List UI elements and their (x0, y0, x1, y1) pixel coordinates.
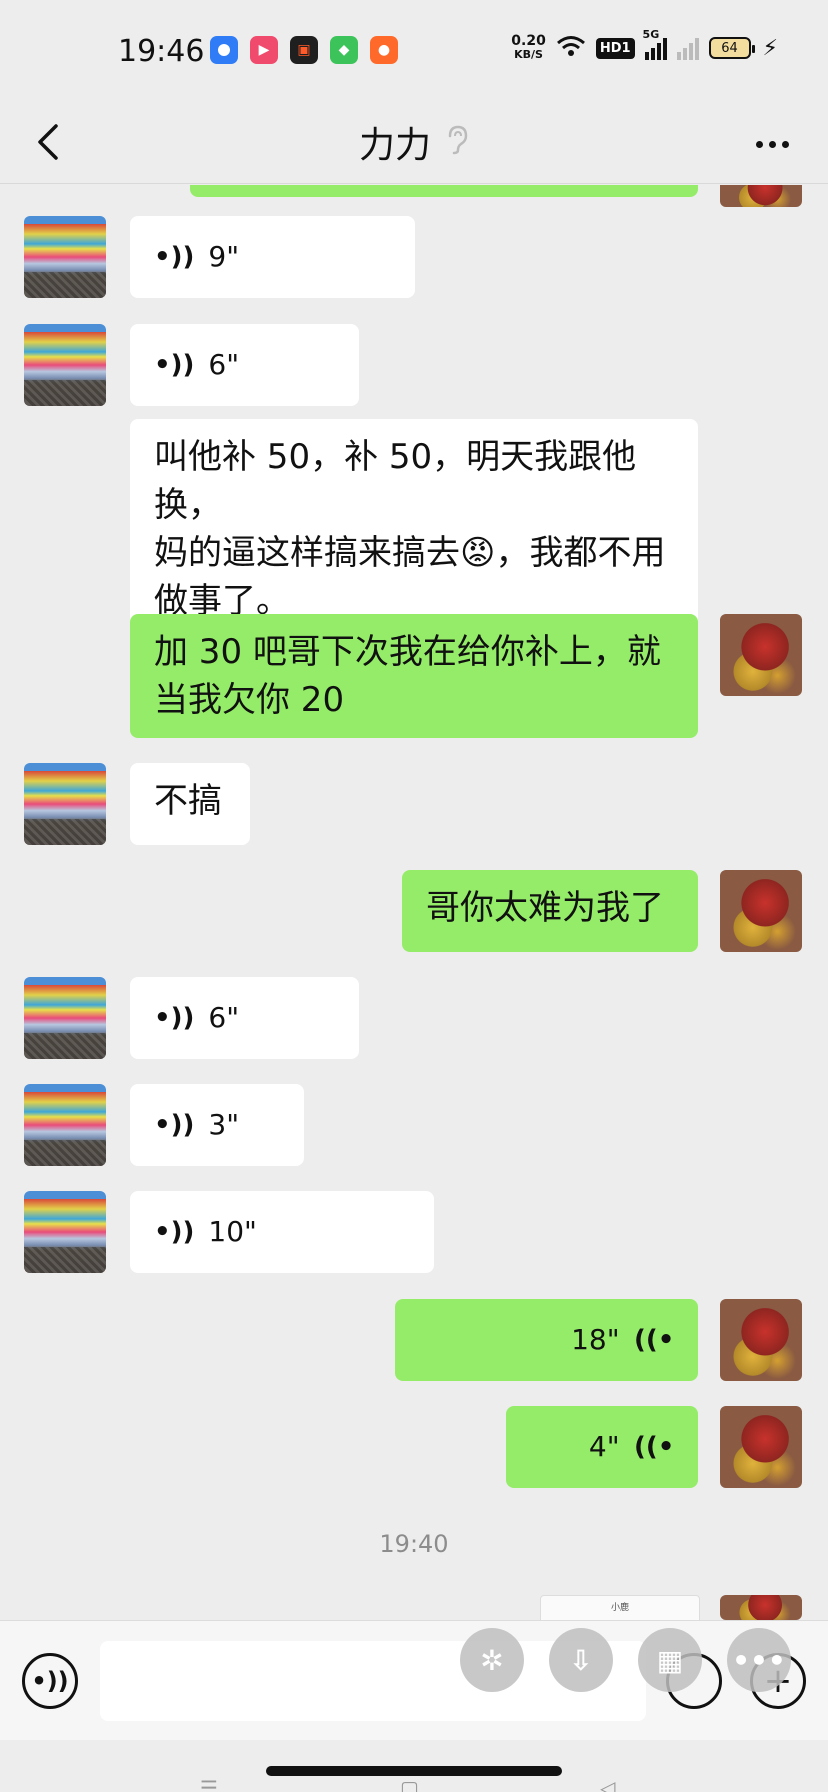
avatar-self[interactable] (720, 1406, 802, 1488)
download-shortcut-button[interactable]: ⇩ (549, 1628, 613, 1692)
status-time: 19:46 (118, 34, 205, 69)
more-dot (781, 140, 789, 148)
message-line: 哥你太难为我了 (426, 888, 664, 928)
grid-shortcut-button[interactable]: ▦ (638, 1628, 702, 1692)
voice-wave-icon: •)) (633, 1325, 674, 1355)
download-icon: ⇩ (569, 1643, 593, 1677)
signal-strength-icon: 5G (643, 28, 667, 60)
voice-message[interactable]: 4" •)) (506, 1406, 698, 1488)
voice-duration: 10" (208, 1215, 257, 1248)
wifi-icon (556, 34, 586, 62)
more-dot (755, 140, 763, 148)
app-icon-video-red: ▶ (250, 36, 278, 64)
voice-wave-icon: •)) (154, 1110, 195, 1140)
avatar-self[interactable] (720, 870, 802, 952)
thumbnail-caption: 小鹿 (610, 1603, 629, 1613)
back-triangle-icon[interactable]: ◁ (600, 1776, 615, 1792)
sparkle-shortcut-button[interactable]: ✲ (460, 1628, 524, 1692)
voice-message[interactable]: •)) 10" (130, 1191, 434, 1273)
avatar-contact[interactable] (24, 324, 106, 406)
text-message[interactable]: 叫他补 50，补 50，明天我跟他换， 妈的逼这样搞来搞去😡，我都不用 做事了。 (130, 419, 698, 639)
voice-message[interactable]: •)) 3" (130, 1084, 304, 1166)
grid-icon: ▦ (656, 1643, 684, 1677)
charging-icon: ⚡ (762, 35, 778, 61)
network-speed-unit: KB/S (514, 48, 543, 61)
more-dot (768, 140, 776, 148)
message-line: 当我欠你 20 (154, 680, 345, 720)
voice-duration: 3" (208, 1108, 240, 1141)
text-message[interactable]: 哥你太难为我了 (402, 870, 698, 952)
voice-wave-icon: •)) (633, 1432, 674, 1462)
voice-message[interactable]: 18" •)) (395, 1299, 698, 1381)
avatar-self[interactable] (720, 1299, 802, 1381)
app-icon-green: ◆ (330, 36, 358, 64)
home-square-icon[interactable]: ▢ (400, 1776, 419, 1792)
avatar-contact[interactable] (24, 216, 106, 298)
voice-message[interactable]: •)) 6" (130, 977, 359, 1059)
signal-label: 5G (642, 28, 660, 41)
avatar-contact[interactable] (24, 977, 106, 1059)
system-navigation: ☰ ▢ ◁ (0, 1740, 828, 1792)
battery-icon: 64 (708, 37, 755, 59)
more-button[interactable] (750, 124, 794, 164)
text-message[interactable]: 加 30 吧哥下次我在给你补上，就 当我欠你 20 (130, 614, 698, 738)
voice-wave-icon: •)) (154, 242, 195, 272)
title-area: 力力 (0, 116, 828, 168)
menu-icon[interactable]: ☰ (200, 1776, 218, 1792)
chat-title: 力力 (358, 125, 431, 166)
avatar-contact[interactable] (24, 1084, 106, 1166)
more-dots-icon: ••• (732, 1643, 786, 1677)
avatar-contact[interactable] (24, 1191, 106, 1273)
chat-messages[interactable]: •)) 9" •)) 6" 叫他补 50，补 50，明天我跟他换， 妈的逼这样搞… (0, 185, 828, 1620)
chat-header: 力力 (0, 104, 828, 184)
avatar-self[interactable] (720, 185, 802, 207)
more-shortcut-button[interactable]: ••• (727, 1628, 791, 1692)
home-indicator[interactable] (266, 1766, 562, 1776)
app-icon-record: ▣ (290, 36, 318, 64)
text-message[interactable]: 不搞 (130, 763, 250, 845)
app-icon-blue (210, 36, 238, 64)
image-message-thumbnail[interactable]: 小鹿 (540, 1595, 700, 1620)
floating-quick-actions: ✲ ⇩ ▦ ••• (460, 1628, 791, 1692)
status-app-icons: ▶ ▣ ◆ ● (210, 36, 398, 64)
hd-badge: HD1 (595, 37, 635, 59)
voice-wave-icon: •)) (154, 1003, 195, 1033)
message-timestamp: 19:40 (379, 1530, 449, 1558)
message-bubble-partial[interactable] (190, 185, 698, 197)
sparkle-icon: ✲ (480, 1643, 504, 1677)
status-right: 0.20 KB/S HD1 5G 64 ⚡ (511, 28, 778, 62)
message-line: 加 30 吧哥下次我在给你补上，就 (154, 632, 661, 672)
voice-wave-icon: •)) (31, 1667, 69, 1695)
voice-duration: 6" (208, 348, 240, 381)
network-speed-value: 0.20 (511, 33, 546, 49)
app-icon-orange: ● (370, 36, 398, 64)
message-line: 妈的逼这样搞来搞去😡，我都不用 (154, 533, 666, 573)
voice-duration: 4" (588, 1430, 620, 1463)
voice-duration: 18" (571, 1323, 620, 1356)
voice-input-button[interactable]: •)) (22, 1653, 78, 1709)
ear-icon (445, 124, 469, 160)
battery-level: 64 (721, 40, 738, 56)
avatar-self[interactable] (720, 614, 802, 696)
signal-weak-icon (676, 36, 699, 60)
voice-duration: 6" (208, 1001, 240, 1034)
message-line: 不搞 (154, 781, 222, 821)
voice-wave-icon: •)) (154, 350, 195, 380)
avatar-self[interactable] (720, 1595, 802, 1620)
voice-message[interactable]: •)) 6" (130, 324, 359, 406)
network-speed: 0.20 KB/S (511, 34, 546, 62)
voice-duration: 9" (208, 240, 240, 273)
message-line: 叫他补 50，补 50，明天我跟他换， (154, 437, 637, 525)
avatar-contact[interactable] (24, 763, 106, 845)
status-bar: 19:46 ▶ ▣ ◆ ● 0.20 KB/S HD1 5G 64 ⚡ (0, 0, 828, 104)
voice-message[interactable]: •)) 9" (130, 216, 415, 298)
voice-wave-icon: •)) (154, 1217, 195, 1247)
